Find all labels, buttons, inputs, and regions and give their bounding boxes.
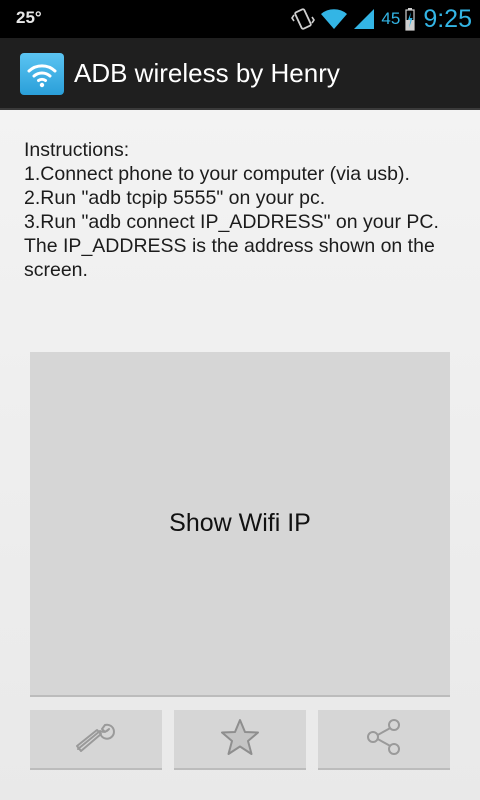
status-bar: 25° 45 9:25 <box>0 0 480 38</box>
instructions-heading: Instructions: <box>24 139 130 161</box>
settings-button[interactable] <box>30 710 162 770</box>
vibrate-icon <box>291 7 316 31</box>
battery-level: 45 <box>381 9 401 28</box>
status-temperature: 25° <box>16 8 42 27</box>
instruction-line: 1.Connect phone to your computer (via us… <box>24 163 410 185</box>
main-content: Instructions: 1.Connect phone to your co… <box>0 110 480 800</box>
instruction-line: screen. <box>24 259 88 281</box>
app-title: ADB wireless by Henry <box>74 58 340 88</box>
show-wifi-ip-button[interactable]: Show Wifi IP <box>30 352 450 697</box>
action-bar: ADB wireless by Henry <box>0 38 480 110</box>
share-icon <box>363 717 405 761</box>
wifi-app-icon[interactable] <box>20 53 64 95</box>
favorite-button[interactable] <box>174 710 306 770</box>
wifi-icon <box>320 7 348 31</box>
battery-icon <box>405 7 415 31</box>
wrench-icon <box>72 719 120 759</box>
signal-icon <box>353 7 375 31</box>
instruction-line: 3.Run "adb connect IP_ADDRESS" on your P… <box>24 211 439 233</box>
instructions-text: Instructions: 1.Connect phone to your co… <box>24 138 469 282</box>
instruction-line: The IP_ADDRESS is the address shown on t… <box>24 235 435 257</box>
share-button[interactable] <box>318 710 450 770</box>
instruction-line: 2.Run "adb tcpip 5555" on your pc. <box>24 187 326 209</box>
status-icons: 45 9:25 <box>286 0 472 38</box>
star-icon <box>219 717 261 761</box>
status-clock: 9:25 <box>423 4 472 33</box>
